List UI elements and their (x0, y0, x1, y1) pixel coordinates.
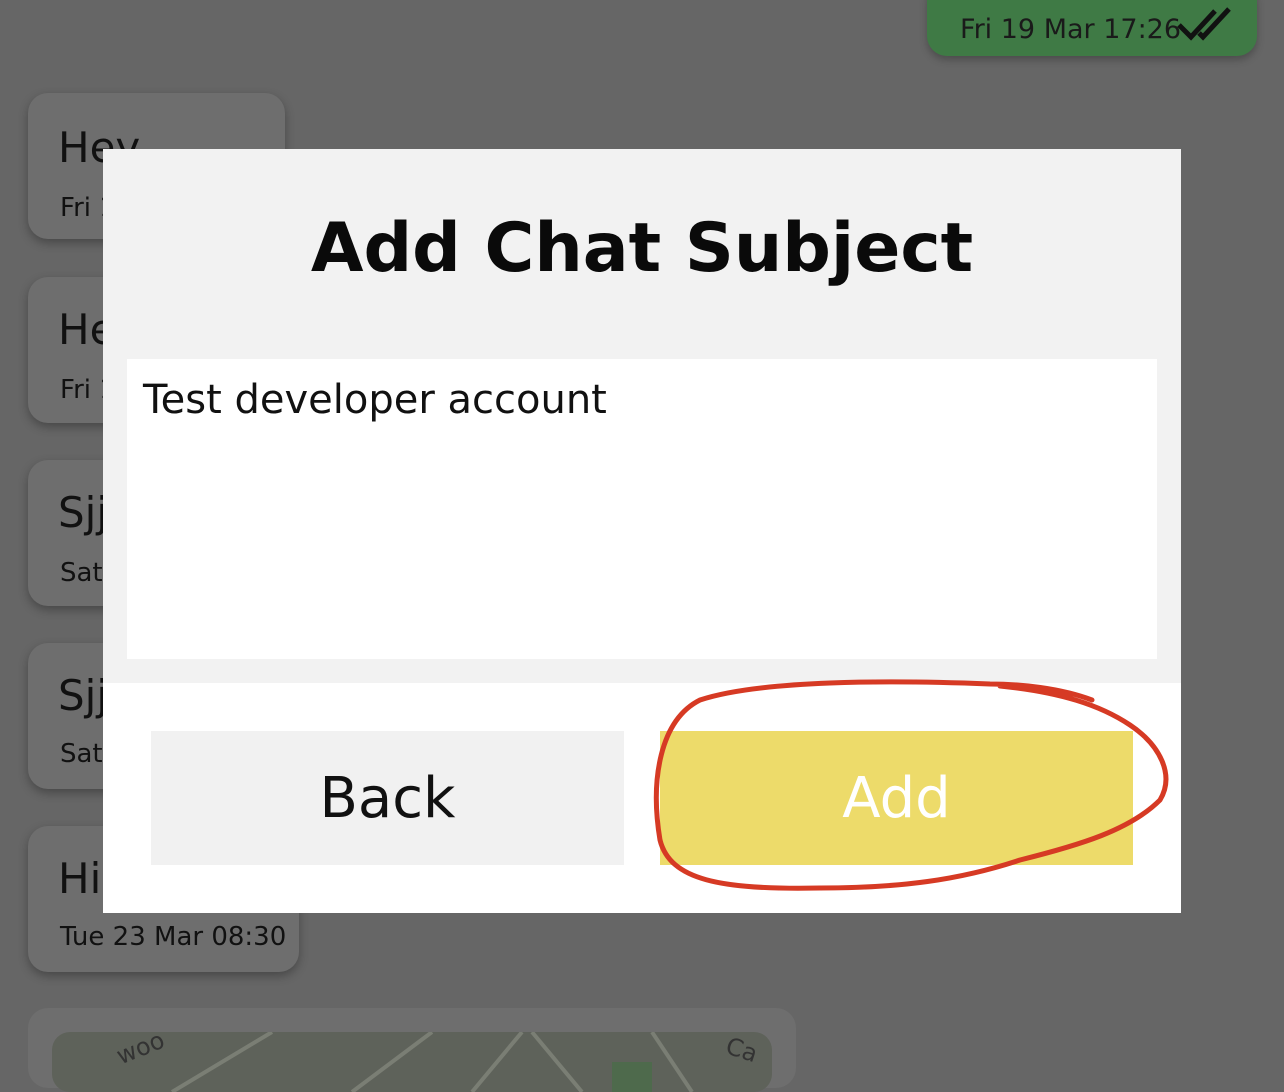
message-time: Tue 23 Mar 08:30 (60, 922, 287, 952)
add-button[interactable]: Add (660, 731, 1133, 865)
subject-input-value[interactable]: Test developer account (143, 377, 607, 423)
subject-input[interactable]: Test developer account (127, 359, 1157, 659)
dialog-header-area: Add Chat Subject Test developer account (103, 149, 1181, 683)
add-chat-subject-dialog: Add Chat Subject Test developer account … (103, 149, 1181, 913)
sent-message-timestamp: Fri 19 Mar 17:26 (960, 14, 1182, 45)
double-check-icon (1177, 7, 1231, 41)
message-text: Sjj (58, 488, 108, 537)
message-text: Sjj (58, 671, 108, 720)
map-preview[interactable]: woo Ca (52, 1032, 772, 1092)
location-message[interactable]: woo Ca (28, 1008, 796, 1092)
sent-message-bubble[interactable]: Fri 19 Mar 17:26 (927, 0, 1257, 56)
back-button[interactable]: Back (151, 731, 624, 865)
message-text: Hi (58, 854, 102, 903)
dialog-title: Add Chat Subject (310, 209, 974, 288)
